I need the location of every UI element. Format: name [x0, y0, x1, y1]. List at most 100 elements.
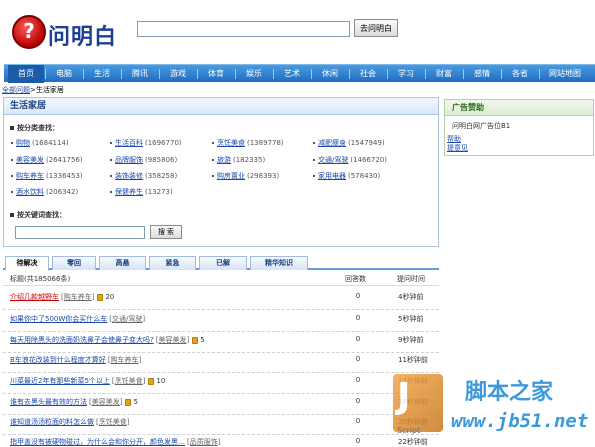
ask-time: 9秒钟前: [398, 336, 424, 344]
category-item: 生活百科 (1696770): [110, 138, 182, 148]
question-link[interactable]: 川菜最近2年有那些新菜5个以上: [10, 377, 110, 385]
answer-count: 0: [355, 417, 361, 425]
question-cell: 每天用除黑头的洗面奶洗鼻子会使鼻子变大吗? [美容美发] 5: [10, 335, 205, 345]
tab-3[interactable]: 紧急: [149, 256, 196, 270]
nav-item[interactable]: 社会: [350, 65, 386, 83]
nav-item[interactable]: 娱乐: [236, 65, 272, 83]
category-link[interactable]: 购房置业: [217, 172, 245, 180]
nav-item[interactable]: 首页: [8, 65, 44, 83]
question-link[interactable]: 介绍几款越野车: [10, 293, 59, 301]
category-link[interactable]: 烹饪美食: [217, 139, 245, 147]
table-row: 指甲盖没有被硬物碰过，为什么会和你分开，颜色发黑… [品质服饰] 0 22秒钟前: [3, 433, 439, 447]
watermark-title: 脚本之家: [465, 380, 554, 405]
question-link[interactable]: 每天用除黑头的洗面奶洗鼻子会使鼻子变大吗?: [10, 336, 154, 344]
help-link[interactable]: 帮助: [447, 135, 461, 143]
category-item: 品牌服饰 (985806): [110, 155, 177, 165]
nav-item[interactable]: 学习: [388, 65, 424, 83]
question-category-link[interactable]: 烹饪美食: [115, 377, 143, 385]
question-category-link[interactable]: 购车养车: [111, 356, 139, 364]
category-panel-title: 生活家居: [4, 98, 438, 115]
category-link[interactable]: 酒水饮料: [16, 188, 44, 196]
by-category-label: 按分类查找：: [10, 123, 59, 133]
jb51-watermark: J Script 脚本之家 www.jb51.net: [393, 372, 595, 447]
question-category-link[interactable]: 品质服饰: [190, 438, 218, 446]
category-link[interactable]: 生活百科: [115, 139, 143, 147]
keyword-input[interactable]: [15, 226, 145, 239]
question-link[interactable]: 谁有去黑头最有效的方法: [10, 398, 87, 406]
answer-count: 0: [355, 314, 361, 322]
bullet-icon: [313, 175, 315, 177]
table-row: 每天用除黑头的洗面奶洗鼻子会使鼻子变大吗? [美容美发] 5 0 9秒钟前: [3, 331, 439, 353]
category-count: (13273): [145, 188, 173, 196]
category-item: 家用电器 (578430): [313, 171, 380, 181]
nav-item[interactable]: 休闲: [312, 65, 348, 83]
question-link[interactable]: B车浪花改装到什么程度才算好: [10, 356, 106, 364]
table-row: 谁知道汤汤粒面的料怎么做[烹饪美食]020秒钟前: [3, 413, 439, 435]
question-category-link[interactable]: 美容美发: [158, 336, 186, 344]
keyword-search-button[interactable]: 搜 索: [150, 225, 182, 239]
category-link[interactable]: 购物: [16, 139, 30, 147]
category-link[interactable]: 减肥瘦身: [318, 139, 346, 147]
category-count: (206342): [46, 188, 79, 196]
question-category: [品质服饰]: [187, 438, 221, 446]
nav-item[interactable]: 各省: [502, 65, 538, 83]
feedback-link[interactable]: 提意见: [447, 144, 468, 152]
search-input[interactable]: [137, 21, 350, 37]
tab-5[interactable]: 精华知识: [250, 256, 308, 270]
answers-column-header: 回答数: [345, 275, 366, 283]
watermark-script-text: Script: [397, 426, 421, 435]
question-category: [交通/驾驶]: [109, 315, 146, 323]
category-link[interactable]: 装饰装修: [115, 172, 143, 180]
table-row: B车浪花改装到什么程度才算好 [购车养车] 0 11秒钟前: [3, 351, 439, 373]
category-count: (2641756): [46, 156, 83, 164]
category-link[interactable]: 美容美发: [16, 156, 44, 164]
category-link[interactable]: 旅游: [217, 156, 231, 164]
question-category-link[interactable]: 购车养车: [64, 293, 92, 301]
question-cell: 川菜最近2年有那些新菜5个以上 [烹饪美食] 10: [10, 376, 165, 386]
nav-item[interactable]: 网站地图: [540, 65, 590, 83]
nav-item[interactable]: 电脑: [46, 65, 82, 83]
category-count: (1696770): [145, 139, 182, 147]
category-link[interactable]: 交通/驾驶: [318, 156, 348, 164]
nav-item[interactable]: 生活: [84, 65, 120, 83]
header: ? 问明白 去问明白: [0, 0, 595, 60]
nav-item[interactable]: 感情: [464, 65, 500, 83]
ad-panel-title: 广告赞助: [445, 100, 593, 116]
question-link[interactable]: 谁知道汤汤粒面的料怎么做: [10, 418, 94, 426]
question-category-link[interactable]: 烹饪美食: [99, 418, 127, 426]
square-bullet-icon: [10, 213, 14, 217]
reward-points: 5: [200, 336, 205, 344]
category-link[interactable]: 品牌服饰: [115, 156, 143, 164]
question-category: [烹饪美食]: [111, 377, 146, 385]
tab-4[interactable]: 已解: [199, 256, 247, 270]
category-link[interactable]: 购车养车: [16, 172, 44, 180]
tab-2[interactable]: 高悬: [99, 256, 146, 270]
question-category-link[interactable]: 交通/驾驶: [112, 315, 142, 323]
reward-points: 10: [156, 377, 166, 385]
site-logo[interactable]: ? 问明白: [12, 15, 122, 50]
question-link[interactable]: 如果你中了500W你会买什么车: [10, 315, 107, 323]
search-button[interactable]: 去问明白: [354, 19, 398, 37]
bullet-icon: [11, 175, 13, 177]
category-link[interactable]: 保健养生: [115, 188, 143, 196]
category-item: 购物 (1684114): [11, 138, 69, 148]
watermark-badge-letter: J: [397, 376, 411, 417]
category-link[interactable]: 家用电器: [318, 172, 346, 180]
nav-item[interactable]: 艺术: [274, 65, 310, 83]
nav-item[interactable]: 游戏: [160, 65, 196, 83]
bullet-icon: [11, 142, 13, 144]
question-link[interactable]: 指甲盖没有被硬物碰过，为什么会和你分开，颜色发黑…: [10, 438, 185, 446]
nav-item[interactable]: 体育: [198, 65, 234, 83]
question-category-link[interactable]: 美容美发: [92, 398, 120, 406]
nav-item[interactable]: 财富: [426, 65, 462, 83]
category-item: 烹饪美食 (1389778): [212, 138, 284, 148]
tab-0[interactable]: 待解决: [5, 256, 49, 271]
question-category: [购车养车]: [61, 293, 95, 301]
breadcrumb-home-link[interactable]: 全部问题: [2, 86, 30, 94]
category-item: 美容美发 (2641756): [11, 155, 83, 165]
bullet-icon: [110, 191, 112, 193]
answer-count: 0: [355, 292, 361, 300]
category-count: (1466720): [350, 156, 387, 164]
tab-1[interactable]: 零回: [52, 256, 96, 270]
nav-item[interactable]: 腾讯: [122, 65, 158, 83]
